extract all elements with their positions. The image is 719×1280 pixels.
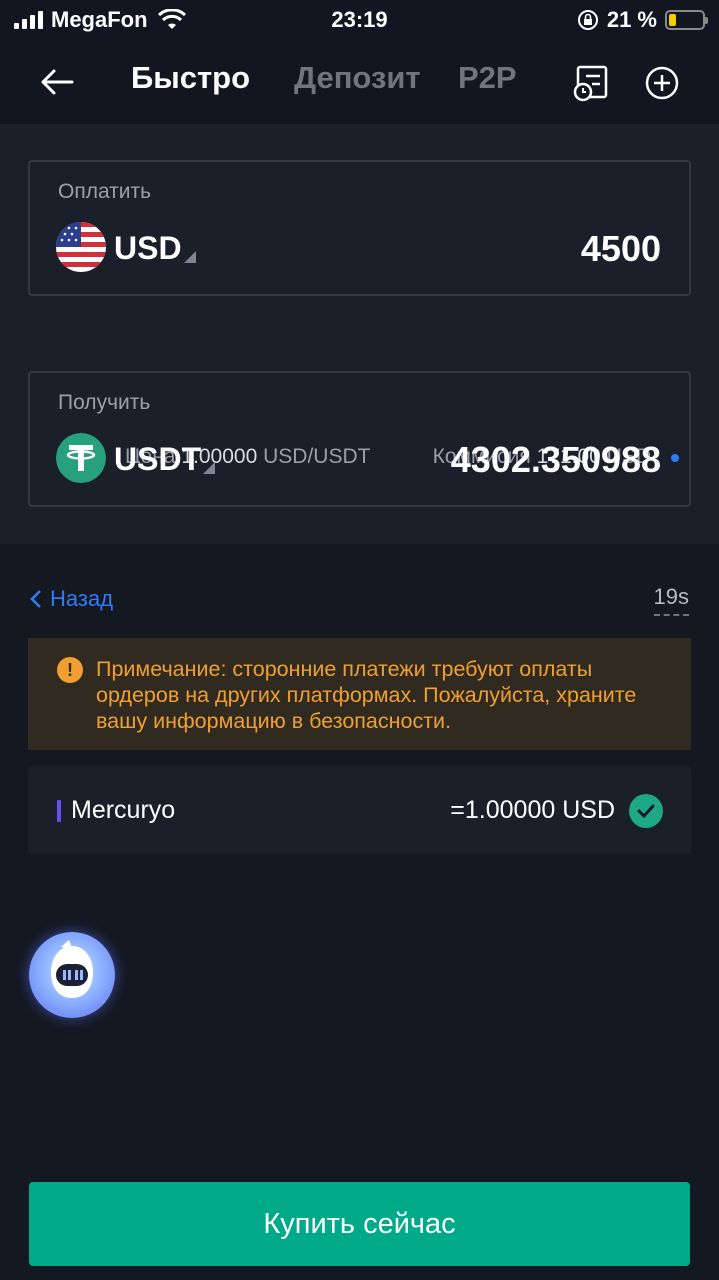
tab-p2p[interactable]: P2P [458,60,517,96]
receive-currency: USDT [114,441,202,477]
add-circle-icon[interactable] [643,64,681,102]
tab-quick[interactable]: Быстро [131,60,250,96]
exchange-panel: Оплатить USD 4500 Цена 1.00000 USD/USDT … [0,124,719,544]
caret-down-icon [203,462,216,474]
warning-notice: ! Примечание: сторонние платежи требуют … [28,638,691,750]
pay-currency-selector[interactable]: USD [114,230,196,267]
pay-field[interactable]: Оплатить USD 4500 [28,160,691,296]
chevron-left-icon [30,590,41,608]
back-link[interactable]: Назад [28,586,113,612]
order-history-icon[interactable] [572,64,610,102]
provider-name: Mercuryo [71,796,176,824]
us-flag-icon [56,222,106,272]
tab-deposit[interactable]: Депозит [294,60,421,96]
provider-rate: =1.00000 USD [450,796,615,824]
top-nav: Быстро Депозит P2P [0,40,719,124]
rotation-lock-icon [577,10,598,30]
pay-label: Оплатить [58,180,152,203]
status-bar: MegaFon 23:19 21 % [0,0,719,40]
warning-icon: ! [57,657,83,683]
provider-option[interactable]: Mercuryo =1.00000 USD [28,766,691,854]
battery-icon [665,10,708,30]
pay-currency: USD [114,230,182,266]
caret-down-icon [183,251,196,263]
provider-accent-bar [57,800,61,822]
receive-currency-selector[interactable]: USDT [114,441,216,478]
pay-amount[interactable]: 4500 [581,228,661,270]
quote-timer: 19s [653,584,689,616]
battery-percent: 21 % [606,7,657,32]
tether-icon [56,433,106,483]
back-label: Назад [50,586,114,611]
back-arrow-icon[interactable] [38,62,78,102]
receive-label: Получить [58,391,151,414]
buy-now-button[interactable]: Купить сейчас [29,1182,690,1266]
receive-field[interactable]: Получить USDT 4302.350988 [28,371,691,507]
assistant-bot-icon[interactable] [29,932,115,1018]
notice-text: Примечание: сторонние платежи требуют оп… [96,657,637,733]
receive-amount: 4302.350988 [450,439,661,480]
check-circle-icon [629,794,663,828]
